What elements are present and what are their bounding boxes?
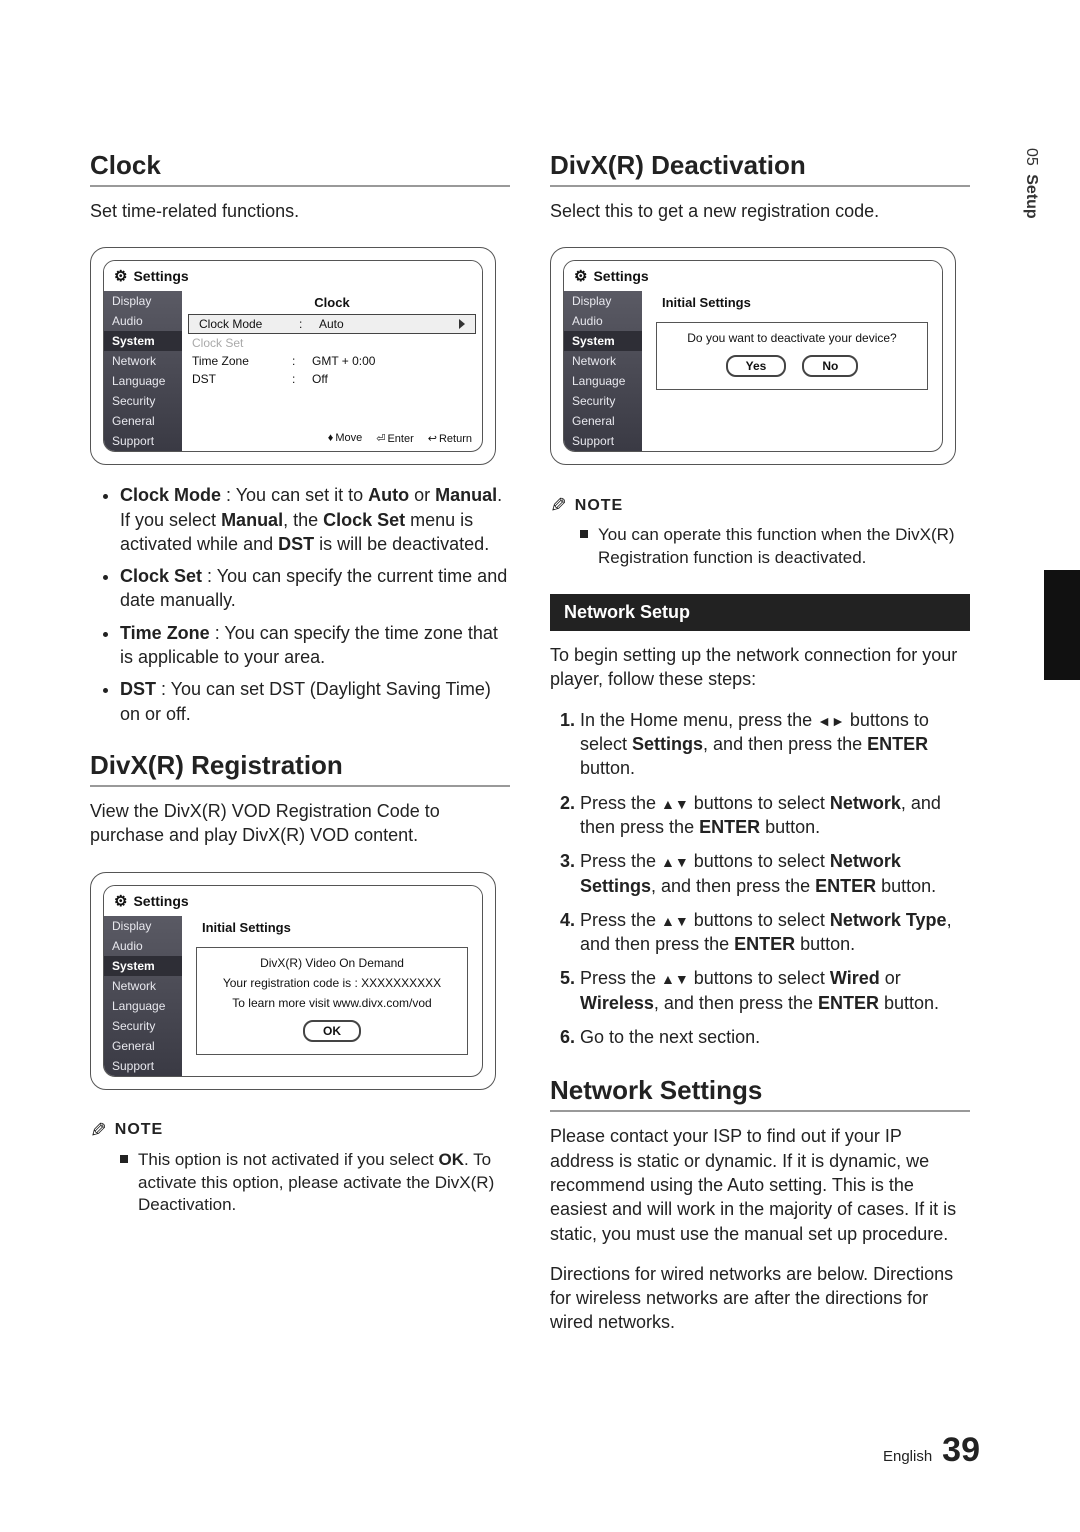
osd-row-clockset: Clock Set — [182, 334, 482, 352]
osd-side-menu: Display Audio System Network Language Se… — [104, 916, 182, 1076]
divxdeact-intro: Select this to get a new registration co… — [550, 199, 970, 223]
bullet-clockmode: Clock Mode : You can set it to Auto or M… — [120, 483, 510, 556]
osd-side-menu: Display Audio System Network Language Se… — [104, 291, 182, 451]
no-button[interactable]: No — [802, 355, 858, 377]
dlg-line2: Your registration code is : XXXXXXXXXX — [205, 976, 459, 990]
clock-heading: Clock — [90, 150, 510, 181]
side-support: Support — [104, 431, 182, 451]
side-tab-page: 05 — [1023, 148, 1040, 166]
osd-divx-reg: ⚙ Settings Display Audio System Network … — [90, 872, 496, 1090]
step-4: Press the ▲▼ buttons to select Network T… — [580, 908, 970, 957]
gear-icon: ⚙ — [114, 892, 127, 910]
page-footer: English 39 — [883, 1431, 980, 1470]
network-setup-intro: To begin setting up the network connecti… — [550, 643, 970, 692]
step-1: In the Home menu, press the ◄► buttons t… — [580, 708, 970, 781]
note-row: ✎ NOTE — [90, 1118, 510, 1143]
clock-intro: Set time-related functions. — [90, 199, 510, 223]
step-2: Press the ▲▼ buttons to select Network, … — [580, 791, 970, 840]
osd-panel-title: Initial Settings — [182, 916, 482, 939]
footer-lang: English — [883, 1448, 932, 1465]
note-label: NOTE — [115, 1121, 163, 1139]
move-icon: ♦ — [328, 432, 334, 444]
step-6: Go to the next section. — [580, 1025, 970, 1049]
osd-footer: ♦Move ⏎Enter ↩Return — [182, 428, 482, 451]
side-tab: 05 Setup — [1022, 148, 1040, 219]
side-network: Network — [104, 351, 182, 371]
bullet-timezone: Time Zone : You can specify the time zon… — [120, 621, 510, 670]
note-label: NOTE — [575, 497, 623, 515]
note-item: This option is not activated if you sele… — [90, 1149, 510, 1218]
osd-settings-label: Settings — [133, 893, 188, 909]
note-item: You can operate this function when the D… — [550, 524, 970, 570]
rule — [550, 185, 970, 187]
gear-icon: ⚙ — [574, 267, 587, 285]
network-setup-bar: Network Setup — [550, 594, 970, 631]
osd-clock: ⚙ Settings Display Audio System Network … — [90, 247, 496, 465]
yes-button[interactable]: Yes — [726, 355, 787, 377]
osd-side-menu: Display Audio System Network Language Se… — [564, 291, 642, 451]
osd-row-clockmode: Clock Mode : Auto — [188, 314, 476, 334]
dlg-prompt: Do you want to deactivate your device? — [665, 331, 919, 345]
step-5: Press the ▲▼ buttons to select Wired or … — [580, 966, 970, 1015]
thumb-tab — [1044, 570, 1080, 680]
enter-icon: ⏎ — [376, 433, 385, 445]
bullet-dst: DST : You can set DST (Daylight Saving T… — [120, 677, 510, 726]
rule — [550, 1110, 970, 1112]
ok-button[interactable]: OK — [303, 1020, 361, 1042]
side-audio: Audio — [104, 311, 182, 331]
gear-icon: ⚙ — [114, 267, 127, 285]
osd-divx-deact: ⚙ Settings Display Audio System Network … — [550, 247, 956, 465]
osd-panel-title: Initial Settings — [642, 291, 942, 314]
divxreg-heading: DivX(R) Registration — [90, 750, 510, 781]
bullet-clockset: Clock Set : You can specify the current … — [120, 564, 510, 613]
divxreg-intro: View the DivX(R) VOD Registration Code t… — [90, 799, 510, 848]
osd-dialog: Do you want to deactivate your device? Y… — [656, 322, 928, 390]
arrow-right-icon — [459, 319, 465, 329]
divxdeact-heading: DivX(R) Deactivation — [550, 150, 970, 181]
network-settings-p1: Please contact your ISP to find out if y… — [550, 1124, 970, 1245]
note-icon: ✎ — [550, 493, 567, 518]
network-settings-heading: Network Settings — [550, 1075, 970, 1106]
square-bullet-icon — [120, 1155, 128, 1163]
note-row: ✎ NOTE — [550, 493, 970, 518]
note-icon: ✎ — [90, 1118, 107, 1143]
rule — [90, 185, 510, 187]
right-column: DivX(R) Deactivation Select this to get … — [550, 150, 970, 1351]
side-display: Display — [104, 291, 182, 311]
side-tab-label: Setup — [1023, 174, 1040, 218]
osd-settings-label: Settings — [593, 268, 648, 284]
side-language: Language — [104, 371, 182, 391]
step-3: Press the ▲▼ buttons to select Network S… — [580, 849, 970, 898]
network-settings-p2: Directions for wired networks are below.… — [550, 1262, 970, 1335]
osd-settings-label: Settings — [133, 268, 188, 284]
square-bullet-icon — [580, 530, 588, 538]
side-security: Security — [104, 391, 182, 411]
osd-row-dst: DST : Off — [182, 370, 482, 388]
osd-panel-title: Clock — [182, 291, 482, 314]
side-system: System — [104, 331, 182, 351]
side-general: General — [104, 411, 182, 431]
footer-page: 39 — [942, 1431, 980, 1470]
return-icon: ↩ — [428, 433, 437, 445]
network-steps: In the Home menu, press the ◄► buttons t… — [550, 708, 970, 1060]
dlg-line3: To learn more visit www.divx.com/vod — [205, 996, 459, 1010]
osd-row-timezone: Time Zone : GMT + 0:00 — [182, 352, 482, 370]
dlg-line1: DivX(R) Video On Demand — [205, 956, 459, 970]
clock-bullets: Clock Mode : You can set it to Auto or M… — [90, 483, 510, 734]
left-column: Clock Set time-related functions. ⚙ Sett… — [90, 150, 510, 1351]
osd-dialog: DivX(R) Video On Demand Your registratio… — [196, 947, 468, 1055]
rule — [90, 785, 510, 787]
manual-page: 05 Setup Clock Set time-related function… — [0, 0, 1080, 1532]
